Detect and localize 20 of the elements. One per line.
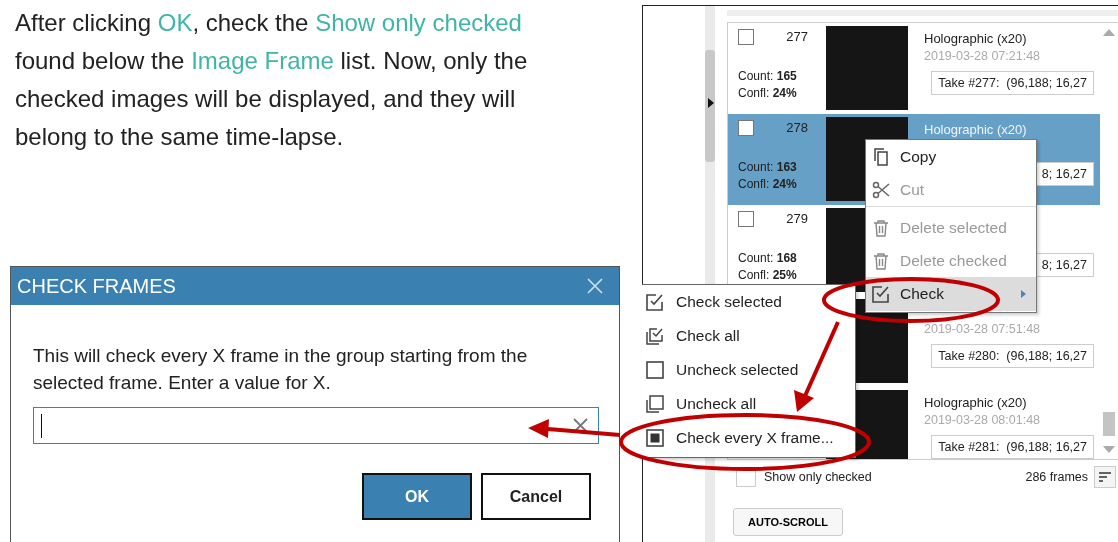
frame-date: 2019-03-28 07:51:48 xyxy=(924,322,1041,336)
cell-count: Count: 168 xyxy=(738,250,797,267)
confluence-value: Confl: 24% xyxy=(738,85,797,102)
frame-count: 286 frames xyxy=(1025,470,1088,484)
frame-number: 277 xyxy=(786,29,808,44)
instruction-text: After clicking OK, check the Show only checked found below the Image Frame list. Now, only the checked images will be displayed, and they will belong to the same time-lapse. xyxy=(15,8,529,152)
frame-number: 279 xyxy=(786,211,808,226)
dialog-message: This will check every X frame in the group starting from the selected frame. Enter a value for X. xyxy=(33,344,529,395)
cell-count: Count: 165 xyxy=(738,68,797,85)
show-only-checked-label: Show only checked xyxy=(764,470,872,484)
cell-count: Count: 163 xyxy=(738,159,797,176)
confluence-value: Confl: 25% xyxy=(738,267,797,284)
frame-number: 278 xyxy=(786,120,808,135)
confluence-value: Confl: 24% xyxy=(738,176,797,193)
frame-title: Holographic (x20) xyxy=(924,31,1027,46)
dialog-title: CHECK FRAMES xyxy=(17,274,176,298)
frame-title: Holographic (x20) xyxy=(924,122,1027,137)
frame-title: Holographic (x20) xyxy=(924,395,1027,410)
frame-date: 2019-03-28 08:01:48 xyxy=(924,413,1041,427)
frame-date: 2019-03-28 07:21:48 xyxy=(924,49,1041,63)
